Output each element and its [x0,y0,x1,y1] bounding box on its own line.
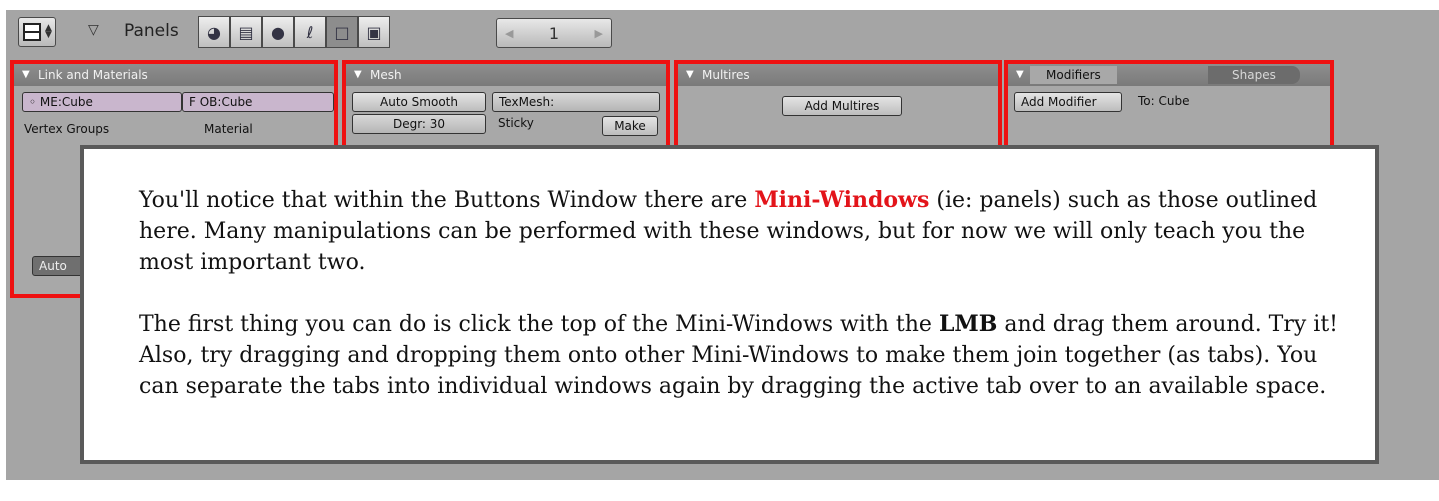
increment-arrow-icon[interactable]: ▶ [595,27,603,40]
scene-icon[interactable]: ▣ [358,16,390,48]
mesh-name-field[interactable]: ◦ ME:Cube [22,92,182,112]
degree-number-field[interactable]: Degr: 30 [352,114,486,134]
lmb-bold: LMB [938,311,998,337]
texmesh-field[interactable]: TexMesh: [492,92,660,112]
object-name: OB:Cube [199,95,253,109]
panel-title: Multires [702,68,750,82]
mesh-name: ME:Cube [39,95,93,109]
p1-text-start: You'll notice that within the Buttons Wi… [139,188,755,213]
page-number: 1 [548,23,560,43]
panel-title: Link and Materials [38,68,148,82]
panel-header: ▼ Modifiers Shapes [1008,64,1330,86]
fake-user-toggle[interactable]: F [189,95,196,109]
material-sphere-icon[interactable]: ● [262,16,294,48]
collapse-menu-triangle-icon[interactable]: ▽ [88,22,99,38]
sticky-label: Sticky [498,116,534,130]
bottom-border [0,480,1439,501]
collapse-triangle-icon[interactable]: ▼ [354,64,362,86]
tab-modifiers[interactable]: Modifiers [1030,66,1117,84]
panel-header[interactable]: ▼ Multires [678,64,998,86]
shading-icon[interactable]: ◕ [198,16,230,48]
window-type-icon [23,23,41,41]
panel-title: Mesh [370,68,402,82]
tutorial-info-box: You'll notice that within the Buttons Wi… [80,145,1379,464]
modifiers-panel: ▼ Modifiers Shapes Add Modifier To: Cube [1004,60,1334,150]
object-icon[interactable]: ▤ [230,16,262,48]
top-border [0,0,1439,10]
add-modifier-menu[interactable]: Add Modifier [1014,92,1122,112]
panels-label: Panels [124,21,179,41]
panel-header[interactable]: ▼ Link and Materials [14,64,334,86]
tab-shapes[interactable]: Shapes [1208,66,1300,84]
page-counter[interactable]: ◀ 1 ▶ [496,18,612,48]
degree-value: Degr: 30 [392,117,446,131]
tutorial-text: You'll notice that within the Buttons Wi… [139,185,1345,433]
collapse-triangle-icon[interactable]: ▼ [22,64,30,86]
object-name-field[interactable]: F OB:Cube [182,92,334,112]
editing-icon[interactable]: □ [326,16,358,48]
add-multires-button[interactable]: Add Multires [782,96,902,116]
buttons-window-header: ▲ ▼ ▽ Panels ◕ ▤ ● ℓ □ ▣ ◀ 1 ▶ [6,10,1439,58]
mesh-browse-icon[interactable]: ◦ [29,95,40,109]
panel-body: Auto Smooth TexMesh: Degr: 30 Sticky Mak… [346,86,666,146]
multires-panel: ▼ Multires Add Multires [674,60,1002,150]
mini-windows-highlight: Mini-Windows [754,187,930,213]
physics-icon[interactable]: ℓ [294,16,326,48]
p2-text-start: The first thing you can do is click the … [139,312,939,337]
auto-smooth-toggle[interactable]: Auto Smooth [352,92,486,112]
mesh-panel: ▼ Mesh Auto Smooth TexMesh: Degr: 30 Sti… [342,60,670,150]
panel-body: Add Modifier To: Cube [1008,86,1330,146]
panel-header[interactable]: ▼ Mesh [346,64,666,86]
decrement-arrow-icon[interactable]: ◀ [505,27,513,40]
context-icon-group: ◕ ▤ ● ℓ □ ▣ [198,16,390,48]
paragraph-2: The first thing you can do is click the … [139,309,1345,402]
left-border [0,0,6,501]
paragraph-1: You'll notice that within the Buttons Wi… [139,185,1345,278]
vertex-groups-label: Vertex Groups [24,122,110,136]
window-type-menu[interactable]: ▲ ▼ [18,17,56,47]
modifier-target-label: To: Cube [1138,94,1190,108]
auto-label: Auto [39,259,67,273]
material-label: Material [204,122,253,136]
collapse-triangle-icon[interactable]: ▼ [1016,64,1024,86]
up-down-arrows-icon: ▲ ▼ [45,23,52,40]
panel-body: Add Multires [678,86,998,146]
make-sticky-button[interactable]: Make [602,116,658,136]
collapse-triangle-icon[interactable]: ▼ [686,64,694,86]
